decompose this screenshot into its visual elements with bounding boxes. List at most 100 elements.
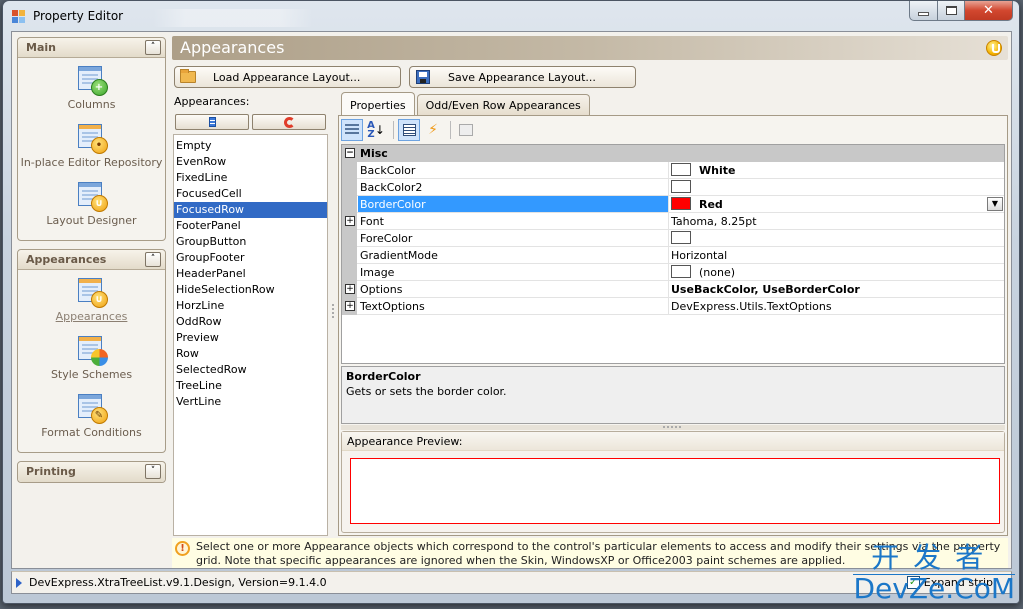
- maximize-button[interactable]: [938, 1, 965, 21]
- list-item[interactable]: Preview: [174, 330, 327, 346]
- list-item[interactable]: FocusedRow: [174, 202, 327, 218]
- list-item[interactable]: HeaderPanel: [174, 266, 327, 282]
- appearances-list-caption: Appearances:: [174, 95, 250, 108]
- chevron-up-icon: ˄: [150, 254, 156, 264]
- checkbox-check-icon[interactable]: ✓: [906, 576, 920, 589]
- nav-item-format-conditions[interactable]: ✎ Format Conditions: [18, 392, 165, 450]
- nav-item-style-schemes[interactable]: Style Schemes: [18, 334, 165, 392]
- list-item[interactable]: OddRow: [174, 314, 327, 330]
- alphabetical-button[interactable]: A Z ↓: [365, 119, 387, 141]
- property-value-text: Red: [699, 198, 723, 211]
- hint-text: Select one or more Appearance objects wh…: [196, 540, 1001, 567]
- row-gutter: +: [342, 298, 357, 315]
- list-item[interactable]: VertLine: [174, 394, 327, 410]
- property-name[interactable]: TextOptions: [358, 298, 669, 314]
- help-tip-icon[interactable]: [986, 40, 1002, 56]
- collapse-button[interactable]: ˄: [145, 252, 161, 267]
- property-grid[interactable]: − Misc BackColor White BackColor2 BorderCol…: [341, 144, 1005, 364]
- list-item[interactable]: GroupButton: [174, 234, 327, 250]
- close-icon: ✕: [983, 3, 994, 18]
- list-item[interactable]: HideSelectionRow: [174, 282, 327, 298]
- property-name[interactable]: Image: [358, 264, 669, 280]
- load-layout-button[interactable]: Load Appearance Layout...: [174, 66, 401, 88]
- expand-button[interactable]: ˅: [145, 464, 161, 479]
- list-item[interactable]: Empty: [174, 138, 327, 154]
- events-view-button[interactable]: ⚡: [422, 119, 444, 141]
- tab-odd-even-row-appearances[interactable]: Odd/Even Row Appearances: [416, 94, 590, 116]
- minimize-icon: [918, 11, 929, 16]
- vertical-splitter[interactable]: [330, 92, 336, 536]
- title-bar[interactable]: Property Editor ✕: [3, 1, 1019, 31]
- property-name[interactable]: Font: [358, 213, 669, 229]
- list-item[interactable]: Row: [174, 346, 327, 362]
- property-name[interactable]: Options: [358, 281, 669, 297]
- nav-group-header[interactable]: Main ˄: [18, 38, 165, 58]
- expand-strip-checkbox[interactable]: ✓ Expand strip: [906, 576, 993, 589]
- sort-az-icon: AZ: [367, 120, 375, 140]
- dropdown-button[interactable]: ▼: [987, 197, 1003, 211]
- property-name[interactable]: BorderColor: [358, 196, 669, 212]
- property-row[interactable]: + Font Tahoma, 8.25pt: [342, 213, 1004, 230]
- property-row[interactable]: + Options UseBackColor, UseBorderColor: [342, 281, 1004, 298]
- property-value[interactable]: Horizontal: [670, 247, 1004, 263]
- appearances-list-pane: Appearances: Empty EvenRow FixedLine Focuse…: [172, 92, 329, 536]
- property-value[interactable]: DevExpress.Utils.TextOptions: [670, 298, 1004, 314]
- property-name[interactable]: BackColor2: [358, 179, 669, 195]
- nav-item-in-place-editor-repository[interactable]: • In-place Editor Repository: [18, 122, 165, 180]
- list-item[interactable]: FooterPanel: [174, 218, 327, 234]
- property-value[interactable]: Red ▼: [670, 196, 1004, 212]
- property-row[interactable]: GradientMode Horizontal: [342, 247, 1004, 264]
- chevron-down-icon: ˅: [150, 466, 156, 476]
- expand-property-icon[interactable]: +: [345, 216, 355, 226]
- nav-group-header[interactable]: Appearances ˄: [18, 250, 165, 270]
- list-item[interactable]: FocusedCell: [174, 186, 327, 202]
- property-value-text: White: [699, 164, 736, 177]
- property-row[interactable]: + TextOptions DevExpress.Utils.TextOptions: [342, 298, 1004, 315]
- description-text: Gets or sets the border color.: [346, 385, 507, 398]
- nav-item-appearances[interactable]: ∪ Appearances: [18, 276, 165, 334]
- horizontal-splitter[interactable]: [341, 425, 1005, 430]
- list-item[interactable]: TreeLine: [174, 378, 327, 394]
- property-name[interactable]: GradientMode: [358, 247, 669, 263]
- appearances-listbox[interactable]: Empty EvenRow FixedLine FocusedCell FocusedR…: [173, 134, 328, 536]
- list-item[interactable]: EvenRow: [174, 154, 327, 170]
- row-gutter: +: [342, 281, 357, 298]
- expand-property-icon[interactable]: +: [345, 301, 355, 311]
- expand-property-icon[interactable]: +: [345, 284, 355, 294]
- select-all-button[interactable]: [175, 114, 249, 130]
- property-row[interactable]: BackColor White: [342, 162, 1004, 179]
- properties-view-button[interactable]: [398, 119, 420, 141]
- category-row-misc[interactable]: − Misc: [342, 145, 1004, 162]
- collapse-button[interactable]: ˄: [145, 40, 161, 55]
- property-row[interactable]: BorderColor Red ▼: [342, 196, 1004, 213]
- property-value[interactable]: Tahoma, 8.25pt: [670, 213, 1004, 229]
- list-item[interactable]: GroupFooter: [174, 250, 327, 266]
- list-item[interactable]: FixedLine: [174, 170, 327, 186]
- format-conditions-icon: ✎: [76, 392, 108, 424]
- property-row[interactable]: ForeColor: [342, 230, 1004, 247]
- property-value[interactable]: White: [670, 162, 1004, 178]
- list-item[interactable]: SelectedRow: [174, 362, 327, 378]
- expand-arrow-icon[interactable]: [16, 578, 22, 588]
- property-name[interactable]: BackColor: [358, 162, 669, 178]
- property-row[interactable]: BackColor2: [342, 179, 1004, 196]
- property-value[interactable]: (none): [670, 264, 1004, 280]
- list-item[interactable]: HorzLine: [174, 298, 327, 314]
- property-name[interactable]: ForeColor: [358, 230, 669, 246]
- close-button[interactable]: ✕: [965, 1, 1013, 21]
- tab-properties[interactable]: Properties: [341, 92, 415, 116]
- minimize-button[interactable]: [909, 1, 938, 21]
- property-value[interactable]: [670, 179, 1004, 195]
- nav-item-columns[interactable]: + Columns: [18, 64, 165, 122]
- property-value[interactable]: UseBackColor, UseBorderColor: [670, 281, 1004, 297]
- categorized-button[interactable]: [341, 119, 363, 141]
- checkbox-label: Expand strip: [923, 576, 993, 589]
- property-editor-window: Property Editor ✕ Main ˄ + Columns • In-…: [2, 0, 1020, 604]
- property-row[interactable]: Image (none): [342, 264, 1004, 281]
- property-value[interactable]: [670, 230, 1004, 246]
- save-layout-button[interactable]: Save Appearance Layout...: [409, 66, 636, 88]
- collapse-category-icon[interactable]: −: [345, 148, 355, 158]
- nav-group-header[interactable]: Printing ˅: [18, 462, 165, 482]
- nav-item-layout-designer[interactable]: ∪ Layout Designer: [18, 180, 165, 238]
- reset-appearances-button[interactable]: [252, 114, 326, 130]
